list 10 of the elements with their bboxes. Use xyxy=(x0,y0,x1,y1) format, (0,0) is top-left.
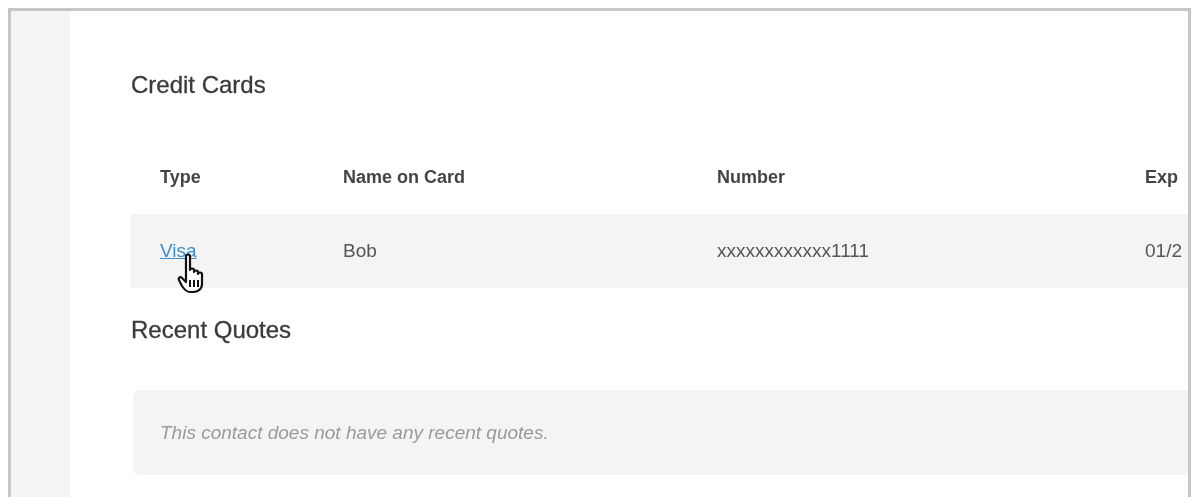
table-cell: xxxxxxxxxxxx1111 xyxy=(717,240,870,261)
column-header: Name on Card xyxy=(342,166,466,188)
section-title: Recent Quotes xyxy=(131,315,292,345)
section-title: Credit Cards xyxy=(131,70,266,100)
column-header: Number xyxy=(716,166,785,188)
column-header: Type xyxy=(159,166,201,188)
column-header: Exp xyxy=(1144,166,1178,188)
table-cell: 01/2 xyxy=(1145,240,1182,261)
empty-message: This contact does not have any recent quotes. xyxy=(160,421,549,444)
table-cell: Bob xyxy=(343,240,377,261)
